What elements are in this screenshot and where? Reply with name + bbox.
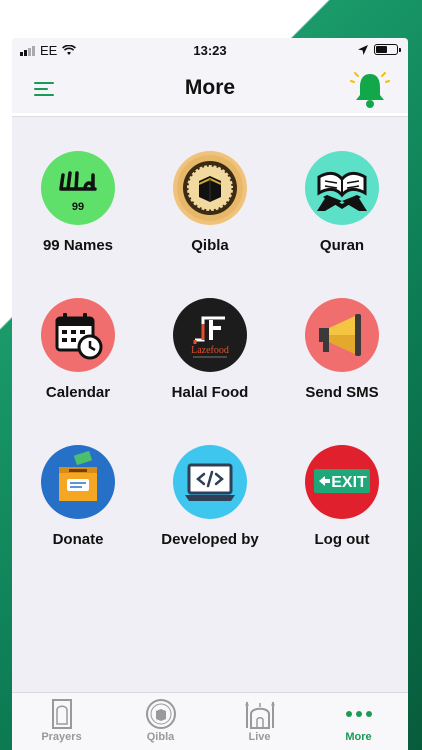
mosque-icon: [244, 701, 275, 729]
menu-item-label: Calendar: [45, 384, 111, 401]
menu-item-label: Halal Food: [171, 384, 249, 401]
qibla-tab-icon: [145, 699, 176, 729]
tab-live[interactable]: Live: [210, 693, 309, 750]
qibla-compass-icon: [173, 151, 247, 225]
menu-item-developed-by[interactable]: Developed by: [144, 445, 276, 548]
menu-item-halal-food[interactable]: Lazefood Halal Food: [144, 298, 276, 401]
exit-sign-text: EXIT: [331, 474, 367, 491]
tab-more[interactable]: More: [309, 693, 408, 750]
lazefood-logo: Lazefood: [173, 298, 247, 372]
tab-bar: Prayers Qibla Live More: [12, 692, 408, 750]
prayer-mat-icon: [51, 699, 72, 729]
tab-label: More: [345, 731, 372, 743]
tab-label: Prayers: [41, 731, 82, 743]
tab-qibla[interactable]: Qibla: [111, 693, 210, 750]
menu-item-send-sms[interactable]: Send SMS: [276, 298, 408, 401]
menu-item-label: 99 Names: [42, 237, 114, 254]
menu-item-99-names[interactable]: 99 99 Names: [12, 151, 144, 254]
battery-icon: [374, 44, 401, 55]
tab-label: Qibla: [146, 731, 175, 743]
menu-item-label: Qibla: [191, 237, 229, 254]
status-bar: EE 13:23: [12, 38, 408, 64]
quran-book-icon: [305, 151, 379, 225]
bell-icon[interactable]: [350, 70, 390, 110]
more-dots-icon: [345, 711, 372, 717]
location-arrow-icon: [358, 44, 368, 55]
menu-item-label: Developed by: [161, 531, 259, 548]
menu-item-label: Quran: [319, 237, 365, 254]
donate-box-icon: [41, 445, 115, 519]
menu-item-log-out[interactable]: EXIT Log out: [276, 445, 408, 548]
99-names-icon: 99: [41, 151, 115, 225]
99-badge: 99: [72, 201, 84, 213]
menu-item-calendar[interactable]: Calendar: [12, 298, 144, 401]
megaphone-icon: [305, 298, 379, 372]
exit-sign-icon: EXIT: [305, 445, 379, 519]
lazefood-logo-text: Lazefood: [191, 345, 229, 356]
menu-item-qibla[interactable]: Qibla: [144, 151, 276, 254]
menu-item-label: Send SMS: [305, 384, 379, 401]
code-laptop-icon: [173, 445, 247, 519]
page-title: More: [184, 76, 236, 99]
clock: 13:23: [193, 43, 227, 58]
tab-prayers[interactable]: Prayers: [12, 693, 111, 750]
tab-label: Live: [248, 731, 271, 743]
phone-screen: EE 13:23 More 99 99 Names Qibla Quran Ca…: [12, 38, 408, 750]
menu-item-quran[interactable]: Quran: [276, 151, 408, 254]
calendar-icon: [41, 298, 115, 372]
menu-item-donate[interactable]: Donate: [12, 445, 144, 548]
menu-item-label: Donate: [52, 531, 104, 548]
menu-item-label: Log out: [314, 531, 370, 548]
nav-bar: More: [12, 64, 408, 116]
